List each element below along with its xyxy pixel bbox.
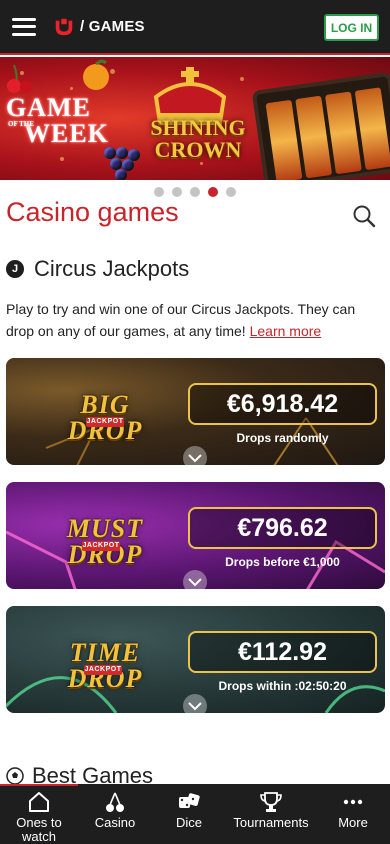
carousel-dot[interactable] (190, 187, 200, 197)
jackpot-subtitle: Drops before €1,000 (225, 555, 340, 569)
page-title: Casino games (6, 197, 179, 227)
section-breadcrumb: / GAMES (80, 18, 145, 35)
jackpot-badge-icon: J (6, 260, 24, 278)
top-header: / GAMES LOG IN (0, 0, 390, 55)
jackpot-tag: JACKPOT (84, 665, 122, 675)
carousel-dot[interactable] (154, 187, 164, 197)
chevron-down-icon[interactable] (183, 570, 207, 589)
soccer-ball-icon (6, 767, 24, 785)
orange-decoration-icon (83, 59, 109, 90)
jackpot-subtitle: Drops randomly (236, 431, 329, 445)
chevron-down-icon[interactable] (183, 694, 207, 713)
more-dots-icon (343, 799, 363, 805)
nav-label: Casino (94, 815, 136, 830)
dice-icon (179, 793, 200, 808)
nav-label: More (338, 815, 368, 830)
nav-item-more[interactable]: More (316, 784, 390, 844)
nav-label: Tournaments (233, 815, 309, 830)
nav-item-ones-to-watch[interactable]: Ones to watch (0, 784, 78, 844)
jackpot-subtitle: Drops within :02:50:20 (218, 679, 347, 693)
nav-item-tournaments[interactable]: Tournaments (226, 784, 316, 844)
carousel-dot[interactable] (226, 187, 236, 197)
search-icon[interactable] (352, 204, 376, 228)
brand-logo-icon[interactable] (52, 15, 76, 39)
carousel-dot-active[interactable] (208, 187, 218, 197)
cherries-icon (106, 792, 124, 812)
nav-label: Dice (175, 815, 202, 830)
jackpot-card-big-drop[interactable]: BIG DROP JACKPOT €6,918.42 Drops randoml… (6, 358, 385, 465)
grapes-decoration-icon (102, 145, 142, 180)
jackpot-tag: JACKPOT (86, 417, 124, 427)
game-of-the-week-banner[interactable]: GAME OF THE WEEK SHINING CROWN (0, 57, 390, 180)
hamburger-menu-icon[interactable] (12, 17, 36, 36)
login-button[interactable]: LOG IN (324, 14, 379, 41)
carousel-pagination (0, 187, 390, 197)
jackpot-tag: JACKPOT (82, 541, 120, 551)
jackpots-description: Play to try and win one of our Circus Ja… (6, 301, 356, 339)
jackpot-amount: €6,918.42 (188, 383, 377, 425)
jackpot-amount: €112.92 (188, 631, 377, 673)
learn-more-link[interactable]: Learn more (250, 323, 322, 339)
nav-item-dice[interactable]: Dice (152, 784, 226, 844)
home-icon (29, 792, 49, 812)
trophy-icon (260, 792, 282, 812)
bottom-navigation: Ones to watch Casino Dice Tournaments Mo… (0, 784, 390, 844)
cherry-decoration-icon (7, 64, 32, 93)
jackpot-amount: €796.62 (188, 507, 377, 549)
jackpots-heading: J Circus Jackpots (6, 256, 189, 282)
jackpots-title: Circus Jackpots (34, 256, 190, 281)
slot-game-preview (251, 71, 390, 180)
featured-game-title: SHINING CROWN (150, 115, 246, 162)
game-of-the-week-label: GAME OF THE WEEK (6, 93, 109, 148)
jackpot-card-must-drop[interactable]: MUST DROP JACKPOT €796.62 Drops before €… (6, 482, 385, 589)
nav-label: Ones to watch (16, 815, 62, 844)
jackpot-card-time-drop[interactable]: TIME DROP JACKPOT €112.92 Drops within :… (6, 606, 385, 713)
nav-item-casino[interactable]: Casino (78, 784, 152, 844)
carousel-dot[interactable] (172, 187, 182, 197)
chevron-down-icon[interactable] (183, 446, 207, 465)
